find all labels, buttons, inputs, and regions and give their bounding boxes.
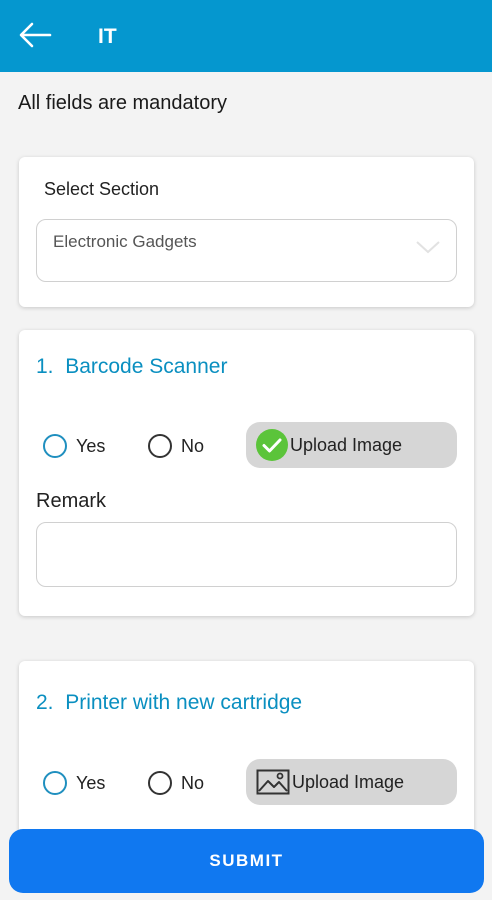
question-card-1: 1. Barcode Scanner Yes No Upload Image R…: [19, 330, 474, 616]
question-text: Barcode Scanner: [65, 355, 228, 378]
question-title: 2. Printer with new cartridge: [36, 691, 302, 715]
radio-yes-label: Yes: [76, 435, 106, 456]
radio-no[interactable]: No: [148, 771, 204, 795]
radio-yes-label: Yes: [76, 772, 106, 793]
arrow-left-icon: [18, 22, 52, 53]
submit-button[interactable]: SUBMIT: [9, 829, 484, 893]
question-title: 1. Barcode Scanner: [36, 355, 227, 379]
section-select-value: Electronic Gadgets: [53, 232, 197, 251]
mandatory-notice: All fields are mandatory: [18, 92, 227, 114]
upload-image-label: Upload Image: [292, 771, 405, 792]
section-card: Select Section Electronic Gadgets: [19, 157, 474, 307]
question-text: Printer with new cartridge: [65, 691, 303, 714]
app-bar: IT: [0, 0, 492, 72]
image-icon: [256, 769, 290, 795]
upload-image-button[interactable]: Upload Image: [246, 422, 457, 468]
question-card-2: 2. Printer with new cartridge Yes No Upl…: [19, 661, 474, 841]
check-circle-icon: [256, 429, 288, 461]
question-number: 1.: [36, 355, 54, 378]
back-button[interactable]: [14, 18, 56, 56]
radio-no-circle: [148, 771, 172, 795]
radio-yes[interactable]: Yes: [43, 434, 105, 458]
radio-yes-circle: [43, 771, 67, 795]
question-number: 2.: [36, 691, 54, 714]
remark-input[interactable]: [36, 522, 457, 587]
page-title: IT: [98, 25, 117, 48]
upload-image-button[interactable]: Upload Image: [246, 759, 457, 805]
radio-yes-circle: [43, 434, 67, 458]
radio-no[interactable]: No: [148, 434, 204, 458]
remark-label: Remark: [36, 490, 107, 512]
radio-no-circle: [148, 434, 172, 458]
section-select[interactable]: Electronic Gadgets: [36, 219, 457, 282]
upload-image-label: Upload Image: [290, 434, 403, 455]
chevron-down-icon: [414, 238, 442, 261]
section-label: Select Section: [44, 179, 160, 199]
radio-no-label: No: [181, 435, 205, 456]
radio-no-label: No: [181, 772, 205, 793]
radio-yes[interactable]: Yes: [43, 771, 105, 795]
